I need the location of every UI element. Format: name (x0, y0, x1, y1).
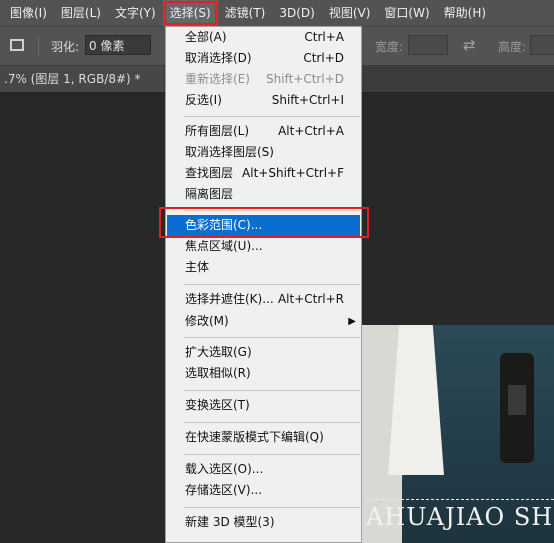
canvas-caption: AHUAJIAO SH (366, 499, 554, 534)
menu-item-quick-mask[interactable]: 在快速蒙版模式下编辑(Q) (167, 427, 360, 448)
menu-help[interactable]: 帮助(H) (437, 0, 493, 26)
menu-item-all[interactable]: 全部(A) Ctrl+A (167, 27, 360, 48)
menu-3d[interactable]: 3D(D) (272, 0, 321, 26)
menu-item-find-layers[interactable]: 查找图层 Alt+Shift+Ctrl+F (167, 163, 360, 184)
menu-item-label: 载入选区(O)... (185, 462, 264, 476)
menu-item-shortcut: Ctrl+A (304, 30, 344, 44)
swap-icon[interactable]: ⇄ (463, 36, 476, 54)
menu-item-transform-selection[interactable]: 变换选区(T) (167, 395, 360, 416)
menu-item-label: 选择并遮住(K)... (185, 292, 274, 306)
menu-item-label: 隔离图层 (185, 187, 234, 201)
menu-item-label: 重新选择(E) (185, 72, 250, 86)
menu-item-shortcut: Ctrl+D (303, 51, 344, 65)
menu-view[interactable]: 视图(V) (322, 0, 378, 26)
menu-separator (184, 210, 360, 211)
menu-item-label: 焦点区域(U)... (185, 239, 263, 253)
menu-item-label: 查找图层 (185, 166, 234, 180)
menu-window[interactable]: 窗口(W) (377, 0, 436, 26)
menu-type[interactable]: 文字(Y) (108, 0, 163, 26)
menu-separator (184, 390, 360, 391)
menu-item-subject[interactable]: 主体 (167, 257, 360, 278)
menu-item-shortcut: Alt+Ctrl+A (278, 124, 344, 138)
menu-item-focus-area[interactable]: 焦点区域(U)... (167, 236, 360, 257)
menu-item-shortcut: Shift+Ctrl+I (271, 93, 344, 107)
canvas-photo: AHUAJIAO SH (362, 325, 554, 543)
height-input[interactable] (530, 35, 554, 55)
menu-item-similar[interactable]: 选取相似(R) (167, 363, 360, 384)
menu-separator (184, 454, 360, 455)
feather-label: 羽化: (51, 40, 80, 54)
menu-separator (184, 507, 360, 508)
menu-item-label: 色彩范围(C)... (185, 218, 263, 232)
menu-item-modify[interactable]: 修改(M) ▶ (167, 311, 360, 332)
menu-item-label: 新建 3D 模型(3) (185, 515, 275, 529)
menu-item-save-selection[interactable]: 存储选区(V)... (167, 480, 360, 501)
menu-item-isolate-layers[interactable]: 隔离图层 (167, 184, 360, 205)
menu-filter[interactable]: 滤镜(T) (218, 0, 273, 26)
menu-item-load-selection[interactable]: 载入选区(O)... (167, 459, 360, 480)
menu-item-label: 扩大选取(G) (185, 345, 252, 359)
menu-item-label: 反选(I) (185, 93, 222, 107)
menu-item-select-and-mask[interactable]: 选择并遮住(K)... Alt+Ctrl+R (167, 289, 360, 310)
document-tab[interactable]: .7% (图层 1, RGB/8#) * (0, 66, 164, 92)
divider (38, 36, 39, 56)
width-label: 宽度: (375, 40, 404, 54)
menu-item-inverse[interactable]: 反选(I) Shift+Ctrl+I (167, 90, 360, 111)
menu-item-deselect[interactable]: 取消选择(D) Ctrl+D (167, 48, 360, 69)
menu-item-label: 变换选区(T) (185, 398, 250, 412)
menu-item-label: 修改(M) (185, 314, 229, 328)
menu-item-shortcut: Alt+Shift+Ctrl+F (242, 166, 344, 180)
selection-mode-icon[interactable] (10, 39, 24, 51)
height-label: 高度: (498, 40, 527, 54)
menu-item-label: 全部(A) (185, 30, 227, 44)
menu-item-label: 取消选择图层(S) (185, 145, 274, 159)
menu-separator (184, 116, 360, 117)
menu-separator (184, 337, 360, 338)
menu-item-shortcut: Shift+Ctrl+D (266, 72, 344, 86)
menu-item-color-range[interactable]: 色彩范围(C)... (167, 215, 360, 236)
menu-item-reselect: 重新选择(E) Shift+Ctrl+D (167, 69, 360, 90)
menu-bar: 图像(I) 图层(L) 文字(Y) 选择(S) 滤镜(T) 3D(D) 视图(V… (0, 0, 554, 27)
menu-item-label: 所有图层(L) (185, 124, 250, 138)
menu-item-label: 在快速蒙版模式下编辑(Q) (185, 430, 324, 444)
menu-item-grow[interactable]: 扩大选取(G) (167, 342, 360, 363)
menu-item-label: 主体 (185, 260, 210, 274)
width-input[interactable] (408, 35, 448, 55)
menu-select[interactable]: 选择(S) (162, 0, 218, 26)
photo-bottle-label (508, 385, 526, 415)
menu-separator (184, 422, 360, 423)
menu-item-deselect-layers[interactable]: 取消选择图层(S) (167, 142, 360, 163)
menu-item-new-3d-model[interactable]: 新建 3D 模型(3) (167, 512, 360, 533)
menu-image[interactable]: 图像(I) (0, 0, 54, 26)
menu-separator (184, 284, 360, 285)
menu-layer[interactable]: 图层(L) (54, 0, 108, 26)
menu-item-label: 存储选区(V)... (185, 483, 263, 497)
menu-item-shortcut: Alt+Ctrl+R (277, 292, 344, 306)
select-dropdown-menu: 全部(A) Ctrl+A 取消选择(D) Ctrl+D 重新选择(E) Shif… (165, 26, 362, 543)
feather-input[interactable]: 0 像素 (85, 35, 151, 55)
submenu-arrow-icon: ▶ (348, 316, 356, 327)
menu-item-all-layers[interactable]: 所有图层(L) Alt+Ctrl+A (167, 121, 360, 142)
menu-item-label: 取消选择(D) (185, 51, 252, 65)
menu-item-label: 选取相似(R) (185, 366, 251, 380)
